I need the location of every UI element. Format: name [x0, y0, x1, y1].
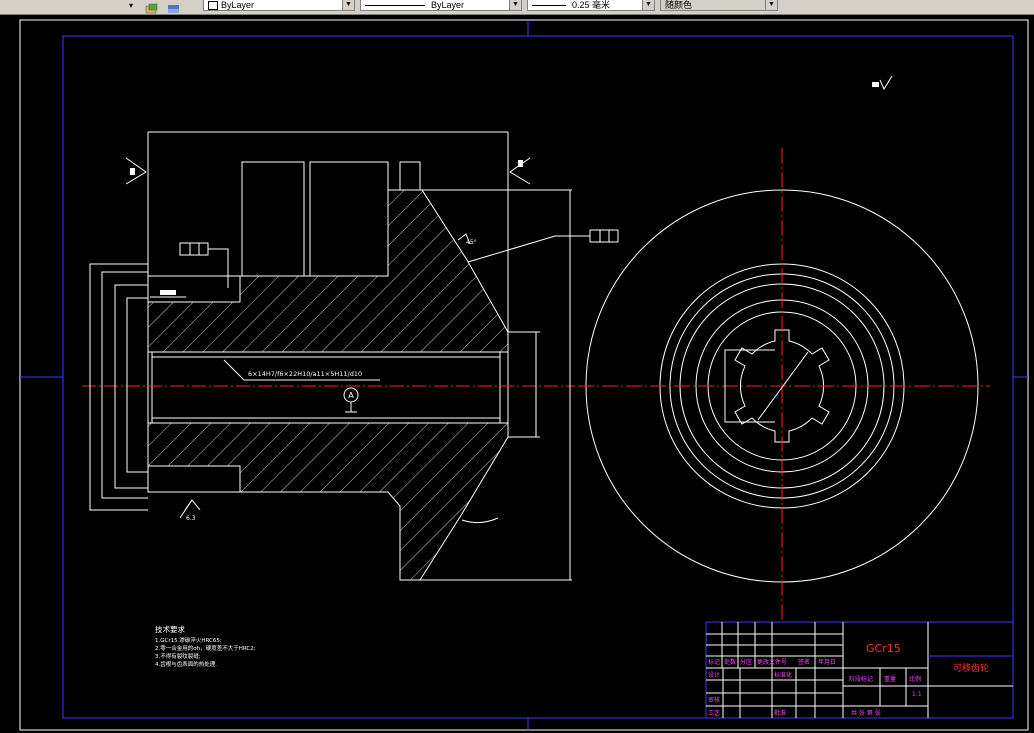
row-label: 工艺: [708, 709, 720, 717]
tech-req-item: 2.零一合金用的σh，硬度差不大于HRC2;: [155, 644, 256, 652]
spline-spec: 6×14H7/f6×22H10/a11×5H11/d10: [248, 370, 362, 378]
layer-tool-icon[interactable]: [144, 0, 160, 14]
spline-bore: [147, 351, 509, 424]
chevron-down-icon[interactable]: ▼: [642, 0, 654, 10]
stage-label: 阶段标记: [849, 675, 873, 683]
tech-req-item: 3.不得有裂纹裂缝;: [155, 652, 201, 660]
gear-tooth-outline: [309, 161, 389, 277]
mid-label: 标准化: [774, 671, 792, 679]
header-cell: 处数: [724, 658, 736, 666]
header-cell: 分区: [740, 658, 752, 666]
chevron-down-icon[interactable]: ▼: [765, 0, 777, 10]
row-label: 审核: [708, 696, 720, 704]
lineweight-combo-value: 0.25 毫米: [572, 0, 611, 10]
layer-states-icon[interactable]: [166, 0, 182, 13]
gear-tooth-outline: [241, 161, 305, 277]
sheet-label: 共 张 第 张: [851, 709, 881, 717]
mid-label: 批准: [774, 709, 786, 717]
toolbar-dropdown-arrow[interactable]: ▾: [124, 0, 138, 12]
tech-req-title: 技术要求: [155, 624, 185, 634]
datum-flag-left: [125, 157, 147, 185]
drawing-canvas[interactable]: 45° 6×14H7/f6×22H10/a11×5H11/d10 A 6.3 技…: [0, 15, 1034, 733]
datum-flag-right: [509, 157, 531, 185]
header-cell: 年月日: [818, 658, 836, 666]
technical-requirements: 技术要求 1.GCr15 渗碳淬火HRC65; 2.零一合金用的σh，硬度差不大…: [155, 624, 256, 668]
scale-label: 比例: [909, 675, 921, 683]
color-combo-value: ByLayer: [221, 0, 255, 10]
tolerance-frame-right: [467, 229, 619, 263]
scale-value: 1:1: [912, 691, 922, 698]
plotstyle-combo[interactable]: 随颜色 ▼: [660, 0, 778, 11]
roughness-block: [160, 290, 176, 295]
linetype-combo-value: ByLayer: [431, 0, 465, 10]
linetype-combo[interactable]: ByLayer ▼: [360, 0, 522, 11]
weight-label: 重量: [884, 675, 896, 683]
header-cell: 更改文件号: [757, 658, 787, 666]
roughness-symbol-bottom: 6.3: [179, 499, 201, 522]
tolerance-frame-left: [179, 242, 229, 288]
chamfer-note: 45°: [466, 239, 477, 246]
lineweight-combo[interactable]: 0.25 毫米 ▼: [527, 0, 655, 11]
row-label: 设计: [708, 671, 720, 679]
material-label: GCr15: [866, 642, 901, 655]
color-combo[interactable]: ByLayer ▼: [203, 0, 355, 11]
linetype-preview: [365, 5, 425, 7]
tech-req-item: 1.GCr15 渗碳淬火HRC65;: [155, 636, 222, 644]
tech-req-item: 4.齿根与齿表面的热处理.: [155, 660, 217, 668]
title-block: GCr15 可移齿轮 标记 处数 分区 更改文件号 签名 年月日 设计 审核 工…: [705, 621, 1014, 719]
plotstyle-combo-value: 随颜色: [665, 0, 693, 10]
part-name: 可移齿轮: [953, 662, 989, 674]
side-view: [578, 148, 990, 620]
section-hatch-lower: [147, 422, 509, 581]
chevron-down-icon[interactable]: ▼: [342, 0, 354, 10]
properties-toolbar: ▾ ByLayer ▼ ByLayer ▼ 0.25 毫米 ▼ 随颜色 ▼: [0, 0, 1034, 15]
header-cell: 签名: [798, 658, 810, 666]
header-cell: 标记: [708, 658, 720, 666]
section-view: 45° 6×14H7/f6×22H10/a11×5H11/d10 A 6.3: [82, 131, 619, 581]
svg-text:A: A: [348, 391, 354, 400]
chevron-down-icon[interactable]: ▼: [509, 0, 521, 10]
other-roughness-symbol: [872, 75, 893, 91]
gear-tooth-outline: [399, 161, 421, 191]
svg-text:6.3: 6.3: [186, 515, 196, 522]
color-swatch: [208, 1, 218, 10]
section-hatch-upper: [147, 189, 509, 353]
lineweight-preview: [532, 5, 566, 7]
